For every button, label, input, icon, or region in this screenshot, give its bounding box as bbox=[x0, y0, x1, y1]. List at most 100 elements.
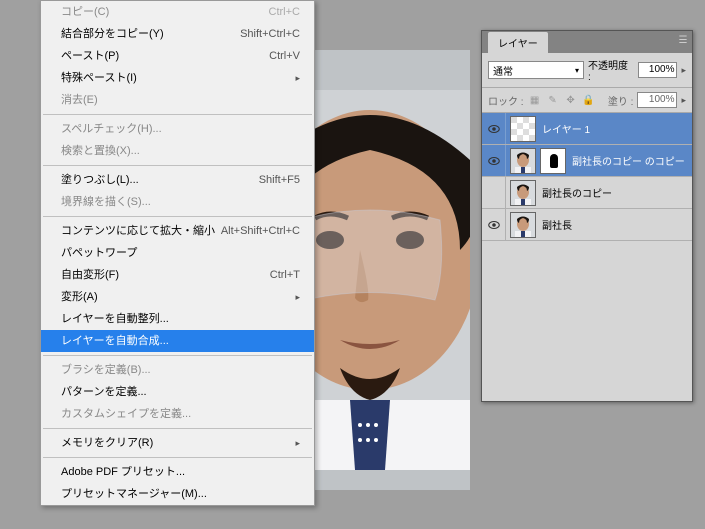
menu-item-label: パターンを定義... bbox=[61, 385, 147, 399]
layer-row[interactable]: 副社長 bbox=[482, 209, 692, 241]
menu-item-label: スペルチェック(H)... bbox=[61, 122, 162, 136]
lock-transparency-icon[interactable]: ▦ bbox=[528, 93, 542, 107]
menu-item-label: 変形(A) bbox=[61, 290, 98, 304]
eye-icon bbox=[487, 218, 501, 232]
menu-item-label: 結合部分をコピー(Y) bbox=[61, 27, 164, 41]
lock-pixels-icon[interactable]: ✎ bbox=[546, 93, 560, 107]
lock-position-icon[interactable]: ✥ bbox=[564, 93, 578, 107]
layer-name-label[interactable]: 副社長のコピー のコピー bbox=[570, 153, 685, 168]
menu-item[interactable]: 特殊ペースト(I) bbox=[41, 67, 314, 89]
layer-visibility-toggle[interactable] bbox=[482, 177, 506, 208]
panel-blend-row: 通常 不透明度 : 100% ▸ bbox=[482, 53, 692, 88]
chevron-down-icon bbox=[575, 65, 579, 76]
menu-item-label: 特殊ペースト(I) bbox=[61, 71, 137, 85]
menu-item: ブラシを定義(B)... bbox=[41, 359, 314, 381]
menu-item: カスタムシェイプを定義... bbox=[41, 403, 314, 425]
menu-item[interactable]: パペットワープ bbox=[41, 242, 314, 264]
menu-item[interactable]: レイヤーを自動合成... bbox=[41, 330, 314, 352]
menu-item-shortcut: Ctrl+T bbox=[270, 268, 300, 282]
menu-item-shortcut: Shift+Ctrl+C bbox=[240, 27, 300, 41]
fill-stepper-icon[interactable]: ▸ bbox=[681, 95, 686, 106]
layer-row[interactable]: レイヤー 1 bbox=[482, 113, 692, 145]
layer-name-label[interactable]: レイヤー 1 bbox=[540, 121, 590, 136]
lock-all-icon[interactable]: 🔒 bbox=[582, 93, 596, 107]
layer-thumbnail[interactable] bbox=[510, 116, 536, 142]
canvas-area[interactable] bbox=[310, 50, 470, 490]
menu-item[interactable]: プリセットマネージャー(M)... bbox=[41, 483, 314, 505]
menu-item-shortcut: Shift+F5 bbox=[259, 173, 300, 187]
panel-tabbar: レイヤー bbox=[482, 31, 692, 53]
edit-context-menu: コピー(C) Ctrl+C 結合部分をコピー(Y) Shift+Ctrl+C ペースト(… bbox=[40, 0, 315, 506]
menu-item-label: プリセットマネージャー(M)... bbox=[61, 487, 207, 501]
menu-item-shortcut: Ctrl+C bbox=[269, 5, 300, 19]
lock-label: ロック : bbox=[488, 93, 524, 108]
menu-item-label: ペースト(P) bbox=[61, 49, 119, 63]
menu-separator bbox=[43, 428, 312, 429]
layer-visibility-toggle[interactable] bbox=[482, 209, 506, 240]
layer-visibility-toggle[interactable] bbox=[482, 145, 506, 176]
menu-item-label: ブラシを定義(B)... bbox=[61, 363, 151, 377]
lock-icons: ▦ ✎ ✥ 🔒 bbox=[528, 93, 596, 107]
menu-item[interactable]: ペースト(P) Ctrl+V bbox=[41, 45, 314, 67]
menu-item: 検索と置換(X)... bbox=[41, 140, 314, 162]
menu-item-label: 検索と置換(X)... bbox=[61, 144, 140, 158]
menu-item-label: 自由変形(F) bbox=[61, 268, 119, 282]
eye-icon bbox=[487, 154, 501, 168]
submenu-arrow-icon bbox=[295, 71, 300, 85]
layer-thumbnail[interactable] bbox=[510, 180, 536, 206]
fill-input[interactable]: 100% bbox=[637, 92, 677, 108]
menu-item-label: パペットワープ bbox=[61, 246, 137, 260]
blend-mode-value: 通常 bbox=[493, 63, 513, 78]
menu-item-label: コピー(C) bbox=[61, 5, 109, 19]
layer-mask-thumbnail[interactable] bbox=[540, 148, 566, 174]
menu-item[interactable]: 塗りつぶし(L)...Shift+F5 bbox=[41, 169, 314, 191]
blend-mode-select[interactable]: 通常 bbox=[488, 61, 584, 79]
menu-separator bbox=[43, 216, 312, 217]
panel-lock-row: ロック : ▦ ✎ ✥ 🔒 塗り : 100% ▸ bbox=[482, 88, 692, 113]
opacity-stepper-icon[interactable]: ▸ bbox=[681, 65, 686, 76]
layer-name-label[interactable]: 副社長 bbox=[540, 217, 572, 232]
menu-item-label: 境界線を描く(S)... bbox=[61, 195, 151, 209]
menu-item[interactable]: コンテンツに応じて拡大・縮小 Alt+Shift+Ctrl+C bbox=[41, 220, 314, 242]
layer-row[interactable]: 副社長のコピー のコピー bbox=[482, 145, 692, 177]
fill-label: 塗り : bbox=[608, 93, 634, 108]
layer-visibility-toggle[interactable] bbox=[482, 113, 506, 144]
menu-item-label: レイヤーを自動合成... bbox=[61, 334, 169, 348]
menu-item[interactable]: パターンを定義... bbox=[41, 381, 314, 403]
menu-item[interactable]: 変形(A) bbox=[41, 286, 314, 308]
layer-thumbnail[interactable] bbox=[510, 148, 536, 174]
layer-name-label[interactable]: 副社長のコピー bbox=[540, 185, 612, 200]
menu-item: コピー(C) Ctrl+C bbox=[41, 1, 314, 23]
menu-item-label: 消去(E) bbox=[61, 93, 98, 107]
panel-empty-area[interactable] bbox=[482, 241, 692, 401]
menu-item-shortcut: Ctrl+V bbox=[269, 49, 300, 63]
layers-panel: ☰ レイヤー 通常 不透明度 : 100% ▸ ロック : ▦ ✎ ✥ 🔒 塗り… bbox=[481, 30, 693, 402]
menu-separator bbox=[43, 114, 312, 115]
opacity-label: 不透明度 : bbox=[588, 57, 634, 83]
menu-item: 消去(E) bbox=[41, 89, 314, 111]
layers-tab[interactable]: レイヤー bbox=[488, 32, 548, 53]
menu-item[interactable]: レイヤーを自動整列... bbox=[41, 308, 314, 330]
menu-separator bbox=[43, 457, 312, 458]
eye-icon bbox=[487, 122, 501, 136]
document-image bbox=[310, 90, 470, 470]
menu-item-shortcut: Alt+Shift+Ctrl+C bbox=[221, 224, 300, 238]
menu-separator bbox=[43, 355, 312, 356]
menu-item[interactable]: 結合部分をコピー(Y) Shift+Ctrl+C bbox=[41, 23, 314, 45]
layer-thumbnail[interactable] bbox=[510, 212, 536, 238]
opacity-input[interactable]: 100% bbox=[638, 62, 678, 78]
layer-row[interactable]: 副社長のコピー bbox=[482, 177, 692, 209]
menu-item-label: メモリをクリア(R) bbox=[61, 436, 153, 450]
menu-item-label: レイヤーを自動整列... bbox=[61, 312, 169, 326]
menu-item: 境界線を描く(S)... bbox=[41, 191, 314, 213]
panel-menu-button[interactable]: ☰ bbox=[676, 35, 690, 49]
menu-item-label: Adobe PDF プリセット... bbox=[61, 465, 185, 479]
layer-list: レイヤー 1 副社長のコピー のコピー副社長のコピー副社長 bbox=[482, 113, 692, 241]
menu-item[interactable]: メモリをクリア(R) bbox=[41, 432, 314, 454]
menu-item-label: カスタムシェイプを定義... bbox=[61, 407, 191, 421]
menu-item[interactable]: Adobe PDF プリセット... bbox=[41, 461, 314, 483]
menu-separator bbox=[43, 165, 312, 166]
menu-item: スペルチェック(H)... bbox=[41, 118, 314, 140]
menu-item[interactable]: 自由変形(F) Ctrl+T bbox=[41, 264, 314, 286]
menu-item-label: コンテンツに応じて拡大・縮小 bbox=[61, 224, 215, 238]
